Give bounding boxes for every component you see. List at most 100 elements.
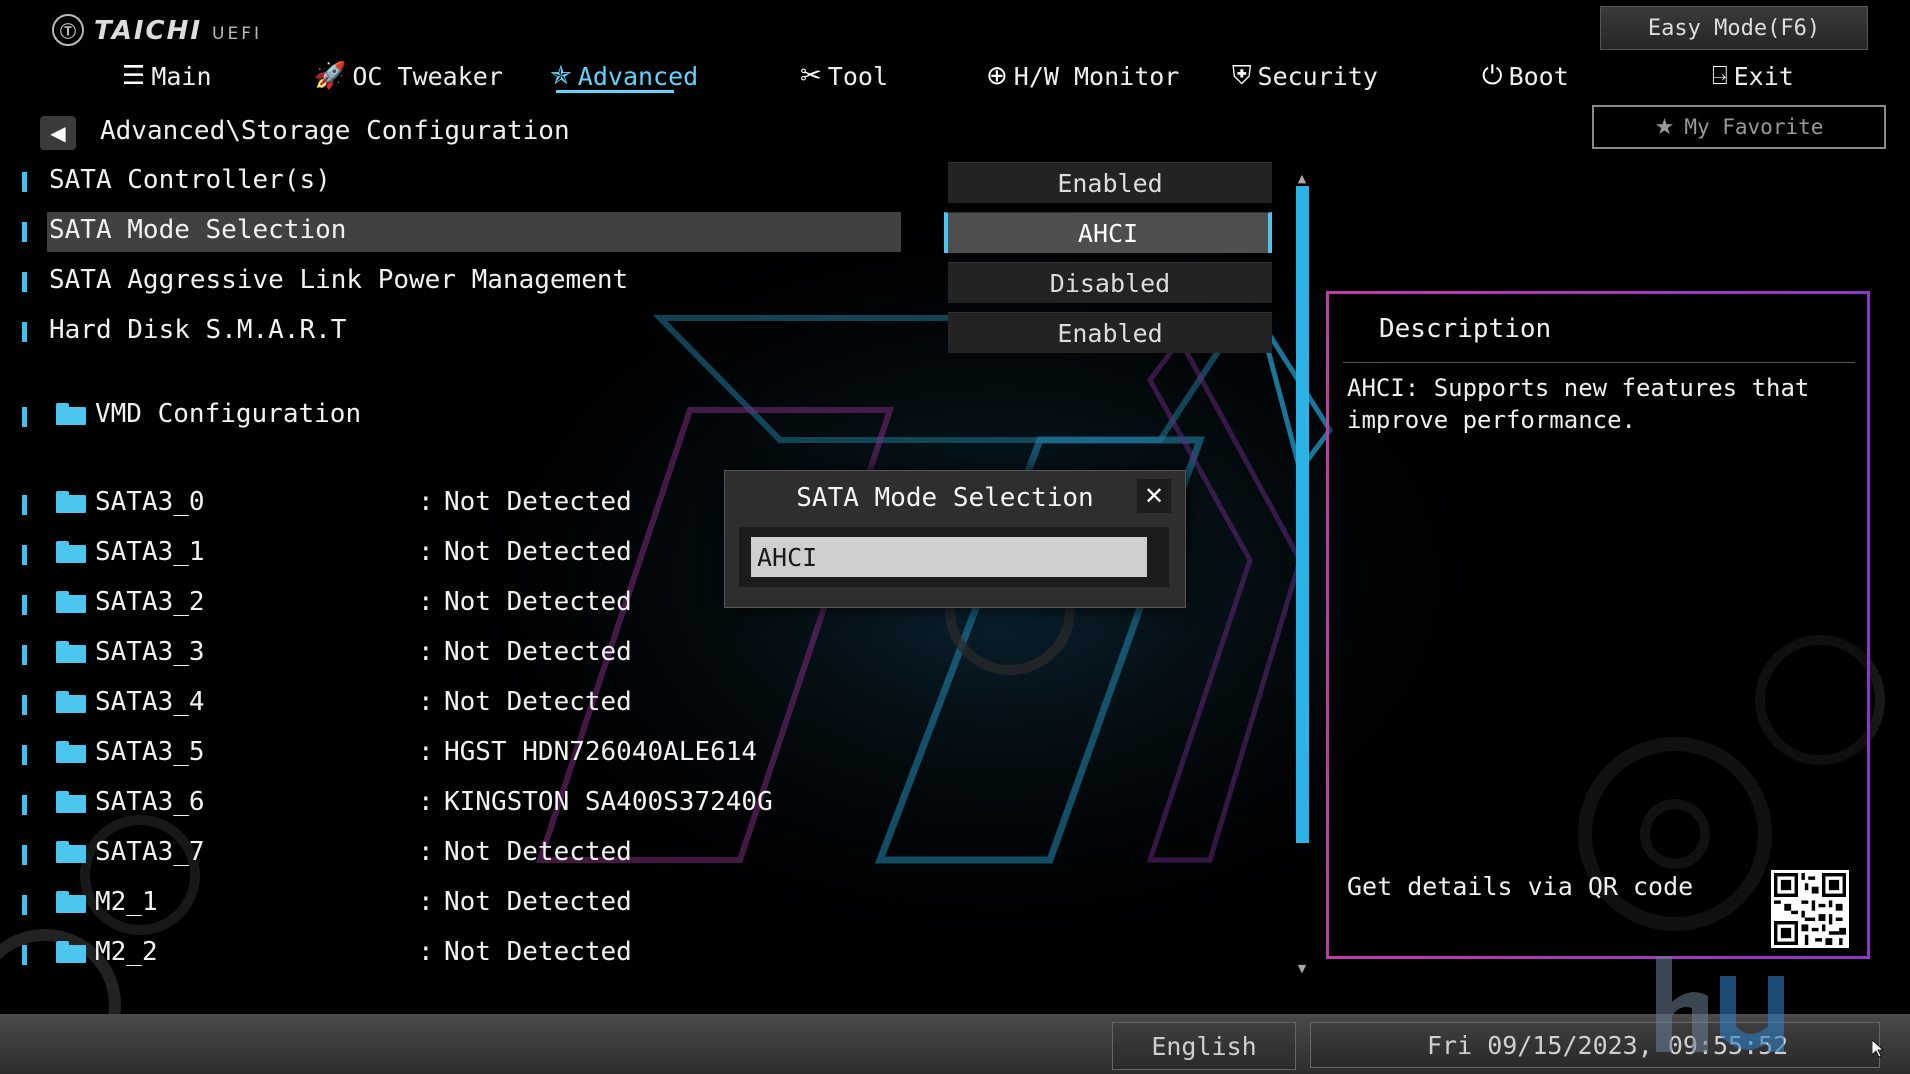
power-icon: ⏻ <box>1482 60 1503 91</box>
description-panel: Description AHCI: Supports new features … <box>1326 291 1870 959</box>
port-row[interactable]: SATA3_0 : Not Detected <box>20 483 800 523</box>
row-marker <box>22 745 27 765</box>
language-button[interactable]: English <box>1112 1022 1296 1070</box>
separator: : <box>418 537 434 567</box>
star-icon: ✯ <box>550 61 572 91</box>
setting-value-button[interactable]: Disabled <box>948 262 1272 303</box>
back-button[interactable]: ◀ <box>40 116 76 150</box>
separator: : <box>418 687 434 717</box>
description-text: AHCI: Supports new features that improve… <box>1347 374 1810 434</box>
port-row[interactable]: SATA3_3 : Not Detected <box>20 633 800 673</box>
separator: : <box>418 587 434 617</box>
tab-security[interactable]: ⛨ Security <box>1232 56 1378 96</box>
tab-label: Tool <box>827 61 889 91</box>
port-row[interactable]: SATA3_6 : KINGSTON SA400S37240G <box>20 783 800 823</box>
tab-boot[interactable]: ⏻ Boot <box>1482 56 1569 96</box>
setting-label: SATA Mode Selection <box>49 215 347 245</box>
row-marker <box>22 695 27 715</box>
taichi-logo-icon: Ⓣ <box>52 14 84 46</box>
port-label: SATA3_4 <box>95 687 205 717</box>
close-icon[interactable]: ✕ <box>1137 479 1171 513</box>
port-row[interactable]: SATA3_2 : Not Detected <box>20 583 800 623</box>
port-label: SATA3_0 <box>95 487 205 517</box>
folder-icon <box>56 491 86 513</box>
row-marker <box>22 407 27 427</box>
watermark-logo-icon <box>1656 956 1784 1052</box>
port-value: Not Detected <box>444 487 632 517</box>
tab-label: Security <box>1257 61 1378 91</box>
port-value: Not Detected <box>444 937 632 967</box>
easy-mode-button[interactable]: Easy Mode(F6) <box>1600 6 1868 50</box>
setting-aggressive-link-pm[interactable]: SATA Aggressive Link Power Management Di… <box>20 262 1280 303</box>
setting-value-button[interactable]: Enabled <box>948 312 1272 353</box>
popup-option-ahci[interactable]: AHCI <box>751 537 1147 577</box>
tab-label: H/W Monitor <box>1013 61 1180 91</box>
popup-title: SATA Mode Selection <box>796 483 1094 513</box>
brand-sub: UEFI <box>212 24 263 44</box>
row-marker <box>22 845 27 865</box>
favorite-label: My Favorite <box>1684 115 1824 139</box>
setting-value-button[interactable]: Enabled <box>948 162 1272 203</box>
setting-label: SATA Controller(s) <box>49 165 331 195</box>
vmd-configuration-item[interactable]: VMD Configuration <box>20 395 800 435</box>
divider <box>1343 362 1855 363</box>
setting-sata-mode-selection[interactable]: SATA Mode Selection AHCI <box>20 212 1280 253</box>
row-marker <box>22 645 27 665</box>
tab-label: Boot <box>1508 61 1569 91</box>
folder-label: VMD Configuration <box>95 399 362 429</box>
port-row[interactable]: SATA3_1 : Not Detected <box>20 533 800 573</box>
scroll-up-arrow-icon[interactable]: ▲ <box>1294 172 1310 186</box>
rocket-icon: 🚀 <box>314 61 347 91</box>
row-marker <box>22 945 27 965</box>
port-row[interactable]: M2_1 : Not Detected <box>20 883 800 923</box>
row-marker <box>22 322 27 342</box>
setting-hard-disk-smart[interactable]: Hard Disk S.M.A.R.T Enabled <box>20 312 1280 353</box>
tab-hw-monitor[interactable]: ⊕ H/W Monitor <box>986 56 1179 96</box>
description-title: Description <box>1379 314 1552 344</box>
setting-value-button[interactable]: AHCI <box>944 212 1272 253</box>
qr-label: Get details via QR code <box>1347 872 1694 901</box>
tab-main[interactable]: ☰ Main <box>122 56 212 96</box>
port-label: M2_2 <box>95 937 158 967</box>
port-label: SATA3_7 <box>95 837 205 867</box>
tab-label: Advanced <box>577 61 699 91</box>
tab-exit[interactable]: ⍈ Exit <box>1712 56 1794 96</box>
popup-option-list: AHCI <box>739 527 1169 587</box>
port-value: Not Detected <box>444 637 632 667</box>
folder-icon <box>56 641 86 663</box>
setting-label: SATA Aggressive Link Power Management <box>49 265 629 295</box>
breadcrumb: Advanced\Storage Configuration <box>100 116 570 146</box>
tab-tool[interactable]: ✂ Tool <box>800 56 888 96</box>
separator: : <box>418 937 434 967</box>
folder-icon <box>56 691 86 713</box>
port-value: KINGSTON SA400S37240G <box>444 787 773 817</box>
setting-sata-controllers[interactable]: SATA Controller(s) Enabled <box>20 162 1280 203</box>
tab-oc-tweaker[interactable]: 🚀 OC Tweaker <box>314 56 503 96</box>
my-favorite-button[interactable]: ★ My Favorite <box>1592 105 1886 149</box>
tab-label: OC Tweaker <box>352 61 503 91</box>
sata-mode-popup: SATA Mode Selection ✕ AHCI <box>724 470 1186 608</box>
row-marker <box>22 495 27 515</box>
port-row[interactable]: SATA3_4 : Not Detected <box>20 683 800 723</box>
port-label: SATA3_2 <box>95 587 205 617</box>
scroll-down-arrow-icon[interactable]: ▼ <box>1294 962 1310 976</box>
scrollbar-thumb[interactable] <box>1296 186 1309 843</box>
tools-icon: ✂ <box>800 61 822 91</box>
list-icon: ☰ <box>122 61 146 91</box>
port-row[interactable]: SATA3_7 : Not Detected <box>20 833 800 873</box>
folder-icon <box>56 791 86 813</box>
port-value: Not Detected <box>444 837 632 867</box>
row-marker <box>22 895 27 915</box>
folder-icon <box>56 541 86 563</box>
port-label: SATA3_6 <box>95 787 205 817</box>
folder-icon <box>56 841 86 863</box>
row-marker <box>22 595 27 615</box>
port-row[interactable]: SATA3_5 : HGST HDN726040ALE614 <box>20 733 800 773</box>
port-label: M2_1 <box>95 887 158 917</box>
folder-icon <box>56 403 86 425</box>
port-row[interactable]: M2_2 : Not Detected <box>20 933 800 973</box>
separator: : <box>418 787 434 817</box>
back-arrow-icon: ◀ <box>50 121 66 145</box>
mouse-cursor-icon <box>1872 1040 1884 1058</box>
separator: : <box>418 487 434 517</box>
